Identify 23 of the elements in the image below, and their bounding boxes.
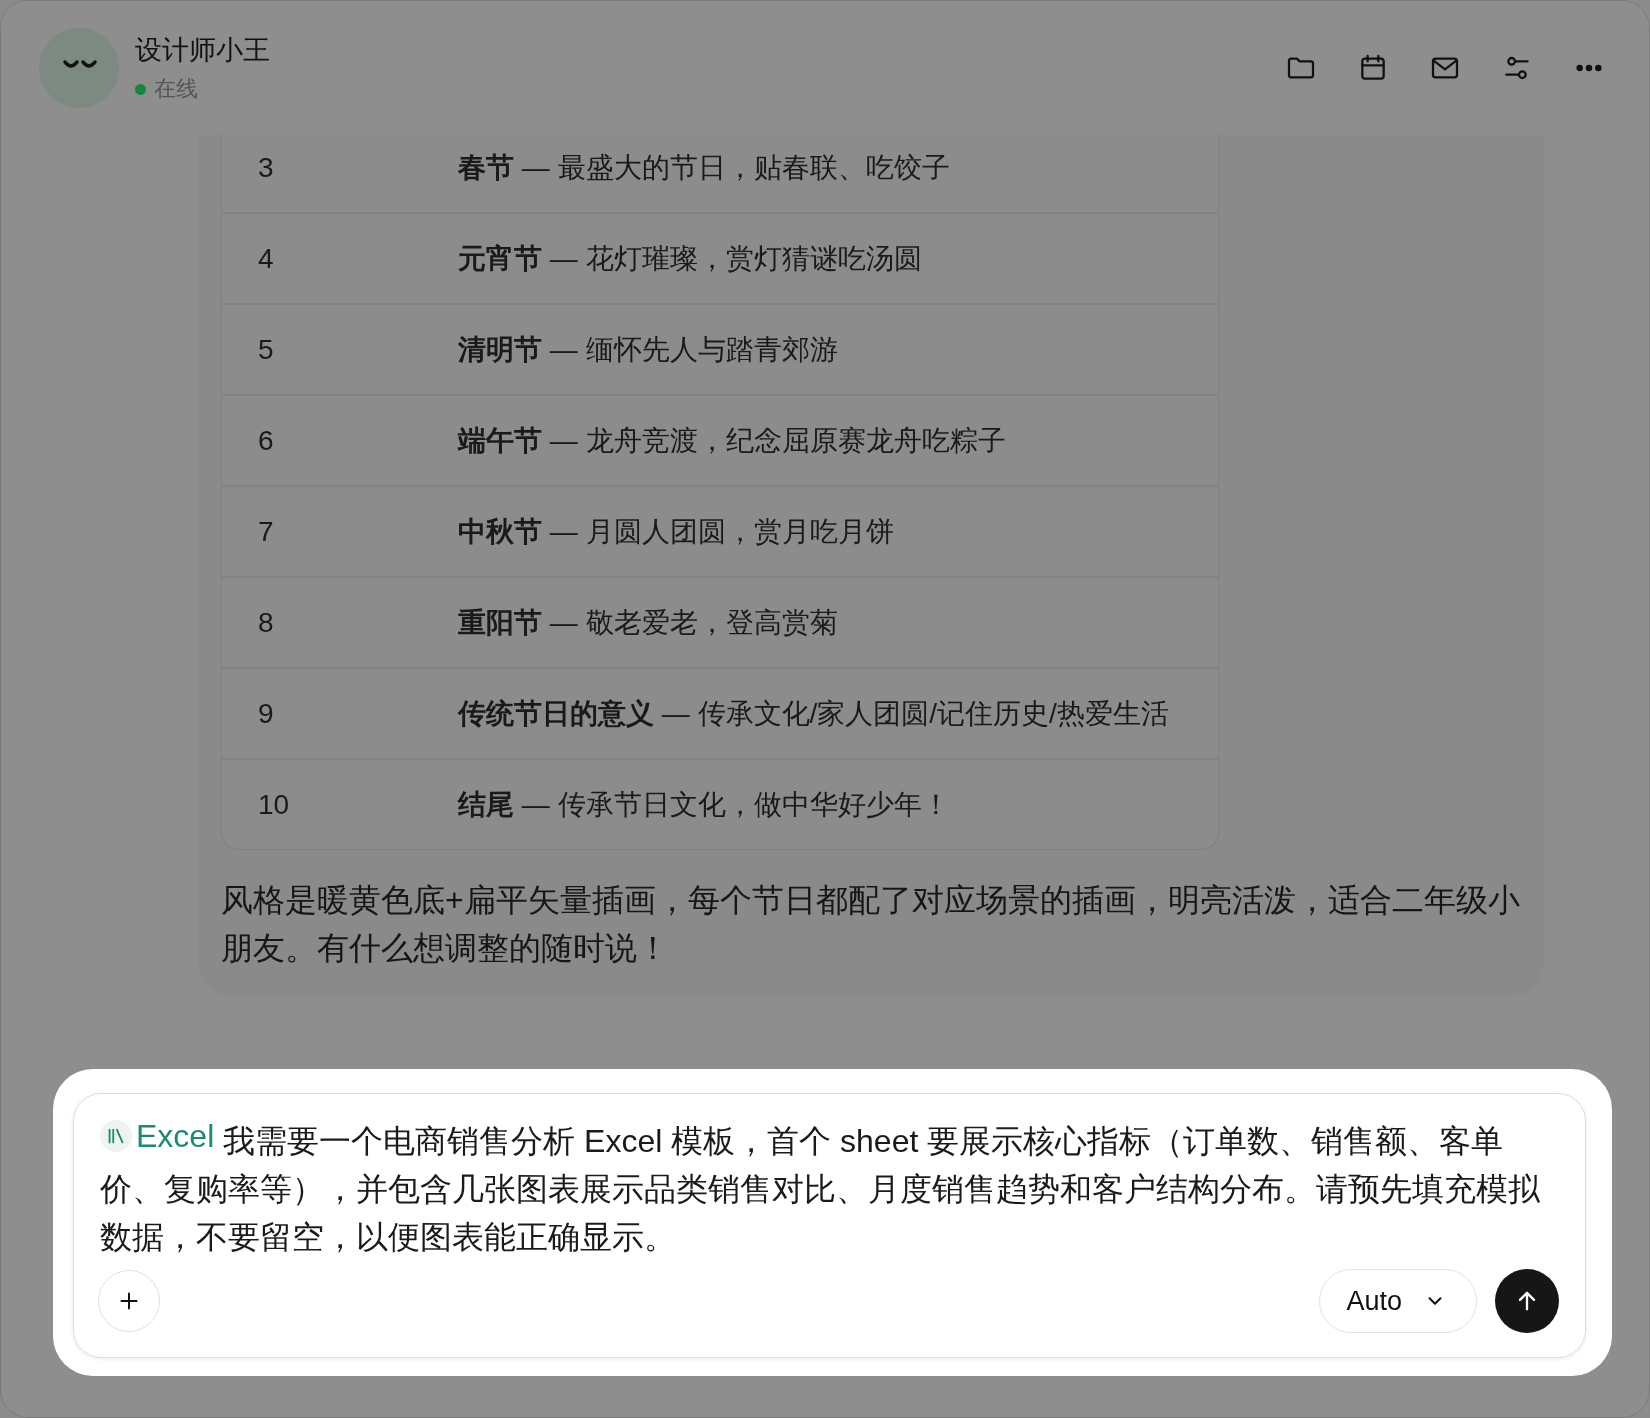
input-text[interactable]: Excel 我需要一个电商销售分析 Excel 模板，首个 sheet 要展示核心指标（订单数、销售额、客单价、复购率等），并包含几张图表展示品类销售对比、月度销售趋势和客户结构分布。请预先填充模拟数据，不要留空，以便图表能正确显示。 [100,1112,1559,1261]
table-cell-text: 3 [257,151,275,184]
table-cell-text: 9 [257,697,275,730]
table-cell-text: 结尾 — 传承节日文化，做中华好少年！ [458,787,950,822]
books-icon [100,1120,132,1152]
table-cell-text: 传统节日的意义 — 传承文化/家人团圆/记住历史/热爱生活 [458,696,1169,731]
status-label: 在线 [154,75,198,103]
table-cell-text: 中秋节 — 月圆人团圆，赏月吃月饼 [458,514,894,549]
table-cell-text: 端午节 — 龙舟竞渡，纪念屈原赛龙舟吃粽子 [458,423,1006,458]
table-cell-text: 重阳节 — 敬老爱老，登高赏菊 [458,605,838,640]
table-cell-text: 清明节 — 缅怀先人与踏青郊游 [458,332,838,367]
table-cell-text: 春节 — 最盛大的节日，贴春联、吃饺子 [458,150,950,185]
table-cell-text: 5 [257,333,275,366]
contact-name: 设计师小王 [135,34,270,67]
model-dropdown[interactable]: Auto [1319,1269,1477,1333]
table-cell-text: 7 [257,515,275,548]
message-text: 风格是暖黄色底+扁平矢量插画，每个节日都配了对应场景的插画，明亮活泼，适合二年级小朋友。有什么想调整的随时说！ [221,881,1521,968]
table-cell-text: 元宵节 — 花灯璀璨，赏灯猜谜吃汤圆 [458,241,922,276]
table-cell-text: 6 [257,424,275,457]
excel-tag[interactable]: Excel [100,1112,215,1160]
table-cell-text: 8 [257,606,275,639]
table-cell-text: 4 [257,242,275,275]
table-cell-text: 10 [257,788,291,821]
